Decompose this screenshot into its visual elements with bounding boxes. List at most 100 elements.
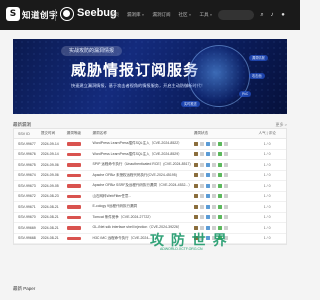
nav-item[interactable]: 漏洞库 ▼ <box>127 12 144 18</box>
popularity-comments: 1 / 0 <box>263 183 271 188</box>
document-icon <box>193 162 198 167</box>
poc-icon <box>199 204 204 209</box>
exploit-icon <box>211 183 216 188</box>
vuln-status <box>193 141 249 146</box>
vuln-name[interactable]: Apache OFBiz 未授权远程代码执行(CVE-2024-45195) <box>92 173 193 178</box>
document-icon <box>193 152 198 157</box>
knownsec-logo-icon[interactable]: S <box>6 7 20 21</box>
ssv-id[interactable]: SSV-99670 <box>14 215 41 219</box>
search-icon[interactable]: ⌕ <box>258 11 266 19</box>
submit-date: 2024-09-14 <box>40 152 59 157</box>
watermark-subtext: ADWORLD.XCTF.ORG.CN <box>160 247 203 251</box>
table-row[interactable]: SSV-99672 2024-08-23 山石网科WebFilter任意... 1 /… <box>14 192 286 202</box>
popularity-comments: 1 / 0 <box>263 215 271 220</box>
severity-level <box>66 142 93 146</box>
col-date[interactable]: 提交时间 <box>41 131 67 136</box>
submit-date: 2024-09-14 <box>40 141 59 146</box>
poc-icon <box>199 215 204 220</box>
ssv-id[interactable]: SSV-99668 <box>14 236 41 240</box>
severity-high-bar <box>66 236 81 240</box>
ssv-id[interactable]: SSV-99674 <box>14 173 41 177</box>
poc-icon <box>199 162 204 167</box>
banner-pill: 实战攻防的漏洞情报 <box>61 46 123 56</box>
verified-icon <box>205 173 210 178</box>
banner-tag: 实时推送 <box>181 101 200 107</box>
user-icon[interactable]: ● <box>279 11 287 19</box>
exploit-icon <box>211 194 216 199</box>
ssv-id[interactable]: SSV-99673 <box>14 184 41 188</box>
bell-icon[interactable]: ♪ <box>268 11 276 19</box>
poc-icon <box>199 194 204 199</box>
submit-date: 2024-08-21 <box>40 225 59 230</box>
vuln-name[interactable]: 山石网科WebFilter任意... <box>92 194 193 199</box>
vuln-name[interactable]: WordPress LearnPress插件SQL注入（CVE-2024-852… <box>92 152 193 157</box>
table-row[interactable]: SSV-99674 2024-09-06 Apache OFBiz 未授权远程代码执… <box>14 171 286 181</box>
severity-high-bar <box>66 194 81 198</box>
verified-icon <box>205 162 210 167</box>
ssv-id[interactable]: SSV-99677 <box>14 142 41 146</box>
globe-graphic <box>188 45 250 107</box>
popularity-comments: 1 / 0 <box>263 141 271 146</box>
org-name[interactable]: 知道创宇 <box>22 9 58 21</box>
vuln-name[interactable]: Apache OFBiz SSRF及远程代码执行漏洞（CVE-2024-4532… <box>92 183 193 188</box>
table-row[interactable]: SSV-99676 2024-09-14 WordPress LearnPress插… <box>14 150 286 160</box>
poc-icon <box>199 152 204 157</box>
table-row[interactable]: SSV-99670 2024-08-21 Tomcat 条件竞争（CVE-2024-… <box>14 213 286 223</box>
table-row[interactable]: SSV-99673 2024-09-05 Apache OFBiz SSRF及远程代… <box>14 181 286 192</box>
seebug-logo-icon[interactable] <box>60 7 74 21</box>
severity-level <box>66 226 93 230</box>
nav-item[interactable]: 漏洞订阅 <box>152 12 170 18</box>
severity-high-bar <box>66 142 81 146</box>
nav-item[interactable]: 社区 ▼ <box>178 12 191 18</box>
vuln-status <box>193 204 249 209</box>
popularity-comments: 1 / 0 <box>263 173 271 178</box>
table-row[interactable]: SSV-99677 2024-09-14 WordPress LearnPress插… <box>14 139 286 150</box>
nav-item-label: 工具 <box>199 12 209 17</box>
ssv-id[interactable]: SSV-99669 <box>14 226 41 230</box>
poc-icon <box>199 183 204 188</box>
vuln-status <box>193 173 249 178</box>
col-level[interactable]: 漏洞等级 <box>67 131 93 136</box>
nav-item[interactable]: 工具 ▼ <box>199 12 212 18</box>
submit-date: 2024-08-21 <box>40 215 59 220</box>
target-icon <box>223 204 228 209</box>
vuln-name[interactable]: Tomcat 条件竞争（CVE-2024-27722） <box>92 215 193 220</box>
severity-high-bar <box>66 152 81 156</box>
severity-level <box>66 184 93 188</box>
nav-item[interactable]: 首页 <box>110 12 119 18</box>
header-search-input[interactable] <box>218 10 254 20</box>
popularity-comments: 1 / 0 <box>263 204 271 209</box>
ssv-id[interactable]: SSV-99672 <box>14 194 41 198</box>
ssv-id[interactable]: SSV-99676 <box>14 152 41 156</box>
severity-high-bar <box>66 163 81 167</box>
ssv-id[interactable]: SSV-99675 <box>14 163 41 167</box>
col-popularity[interactable]: 人气 | 评论 <box>248 131 286 136</box>
vuln-name[interactable]: SPIP 远程命令执行（Unauthenticated RCE）(CVE-202… <box>92 162 193 167</box>
document-icon <box>193 215 198 220</box>
verified-icon <box>205 204 210 209</box>
document-icon <box>193 141 198 146</box>
severity-high-bar <box>66 226 81 230</box>
promo-banner[interactable]: 实战攻防的漏洞情报 威胁情报订阅服务 快速建立漏洞情报，基于攻击者视角的情报服务… <box>13 39 287 114</box>
col-ssv-id[interactable]: SSV ID <box>14 132 41 136</box>
banner-tag: 攻击面 <box>249 73 265 79</box>
table-header: SSV ID 提交时间 漏洞等级 漏洞名称 漏洞状态 人气 | 评论 <box>14 129 286 139</box>
vuln-name[interactable]: WordPress LearnPress插件SQL注入（CVE-2024-852… <box>92 141 193 146</box>
severity-level <box>66 194 93 198</box>
fixed-icon <box>217 194 222 199</box>
target-icon <box>223 173 228 178</box>
banner-tag: PoC <box>239 91 252 97</box>
table-row[interactable]: SSV-99675 2024-09-06 SPIP 远程命令执行（Unauthent… <box>14 160 286 171</box>
fixed-icon <box>217 152 222 157</box>
exploit-icon <box>211 162 216 167</box>
ssv-id[interactable]: SSV-99671 <box>14 205 41 209</box>
vuln-name[interactable]: E-cology 9远程代码执行漏洞 <box>92 204 193 209</box>
fixed-icon <box>217 183 222 188</box>
banner-title: 威胁情报订阅服务 <box>71 62 200 79</box>
target-icon <box>223 194 228 199</box>
table-row[interactable]: SSV-99671 2024-08-21 E-cology 9远程代码执行漏洞 1 /… <box>14 202 286 213</box>
severity-level <box>66 152 93 156</box>
popularity-comments: 1 / 0 <box>263 194 271 199</box>
banner-tag: 漏洞情报 <box>249 55 268 61</box>
submit-date: 2024-08-23 <box>40 194 59 199</box>
